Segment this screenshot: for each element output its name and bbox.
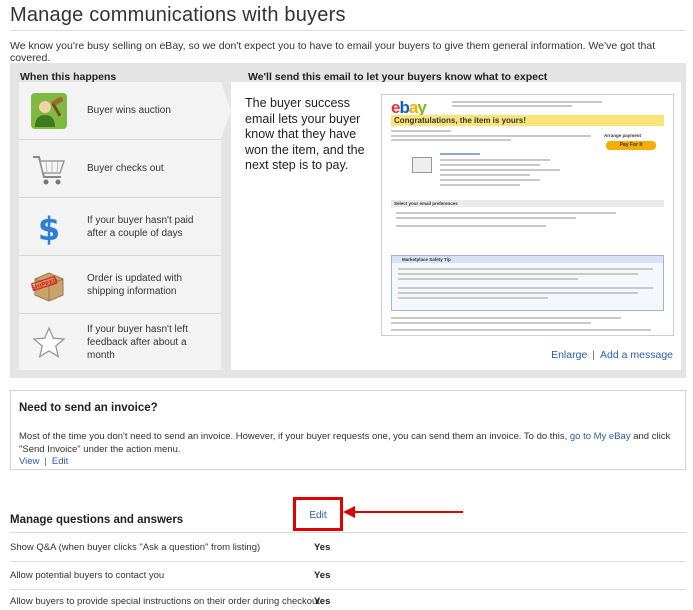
preview-links: Enlarge | Add a message (551, 349, 673, 361)
red-arrow-annotation (343, 506, 463, 518)
preview-safety-tip: Marketplace Safety Tip (391, 255, 664, 311)
qa-row-label: Allow potential buyers to contact you (10, 570, 165, 581)
qa-edit-link[interactable]: Edit (296, 510, 340, 521)
preview-safety-heading: Marketplace Safety Tip (392, 256, 663, 263)
email-preview-area: The buyer success email lets your buyer … (231, 82, 681, 370)
event-buyer-wins-auction[interactable]: Buyer wins auction (19, 82, 221, 139)
qa-divider (10, 561, 686, 562)
qa-divider (10, 532, 686, 533)
preview-banner-text: Congratulations, the item is yours! (394, 116, 527, 125)
add-message-link[interactable]: Add a message (600, 349, 673, 361)
go-to-my-ebay-link[interactable]: go to My eBay (570, 431, 631, 442)
event-buyer-not-paid[interactable]: $ If your buyer hasn't paid after a coup… (19, 198, 221, 255)
event-order-shipping-updated[interactable]: SHIPPED Order is updated with shipping i… (19, 256, 221, 313)
preview-item-image (412, 157, 432, 173)
qa-row-value: Yes (314, 596, 331, 607)
link-separator: | (44, 456, 47, 467)
email-description: The buyer success email lets your buyer … (245, 96, 365, 172)
invoice-text: Most of the time you don't need to send … (19, 431, 679, 456)
event-no-feedback[interactable]: If your buyer hasn't left feedback after… (19, 314, 221, 371)
link-separator: | (592, 349, 596, 361)
event-label: If your buyer hasn't paid after a couple… (87, 214, 194, 239)
invoice-view-link[interactable]: View (19, 456, 39, 467)
invoice-edit-link[interactable]: Edit (52, 456, 68, 467)
intro-text: We know you're busy selling on eBay, so … (10, 40, 656, 64)
qa-row-value: Yes (314, 542, 331, 553)
qa-row-value: Yes (314, 570, 331, 581)
page-title: Manage communications with buyers (10, 4, 346, 26)
preview-pay-button: Pay For It (606, 141, 656, 150)
shopping-cart-icon (33, 155, 66, 184)
star-icon (32, 325, 66, 358)
qa-row-label: Show Q&A (when buyer clicks "Ask a quest… (10, 542, 261, 553)
invoice-heading: Need to send an invoice? (19, 402, 158, 414)
qa-edit-highlight: Edit (293, 497, 343, 531)
qa-row-label: Allow buyers to provide special instruct… (10, 596, 320, 607)
shipped-box-icon: SHIPPED (31, 271, 64, 302)
email-preview-thumbnail[interactable]: ebay Congratulations, the item is yours!… (381, 94, 674, 336)
event-label: Order is updated with shipping informati… (87, 272, 183, 297)
dollar-sign-icon: $ (38, 210, 60, 245)
event-buyer-checks-out[interactable]: Buyer checks out (19, 140, 221, 197)
event-label: Buyer wins auction (87, 105, 171, 116)
qa-divider (10, 589, 686, 590)
preview-preferences-heading: Select your email preferences (391, 200, 664, 207)
invoice-section: Need to send an invoice? Most of the tim… (10, 390, 686, 470)
event-label: If your buyer hasn't left feedback after… (87, 324, 188, 361)
svg-text:$: $ (38, 210, 60, 245)
preview-arrange-payment: Arrange payment (604, 133, 642, 138)
invoice-actions: View | Edit (19, 456, 68, 467)
invoice-text-before: Most of the time you don't need to send … (19, 431, 568, 442)
email-panel: When this happens We'll send this email … (10, 63, 686, 378)
enlarge-link[interactable]: Enlarge (551, 349, 587, 361)
gavel-person-icon (31, 92, 67, 129)
selected-event-pointer (221, 82, 231, 139)
preview-banner: Congratulations, the item is yours! (391, 115, 664, 126)
qa-heading: Manage questions and answers (10, 514, 184, 526)
event-label: Buyer checks out (87, 163, 164, 174)
title-divider (10, 30, 686, 31)
event-list: Buyer wins auction Buyer checks out $ If… (19, 82, 221, 370)
